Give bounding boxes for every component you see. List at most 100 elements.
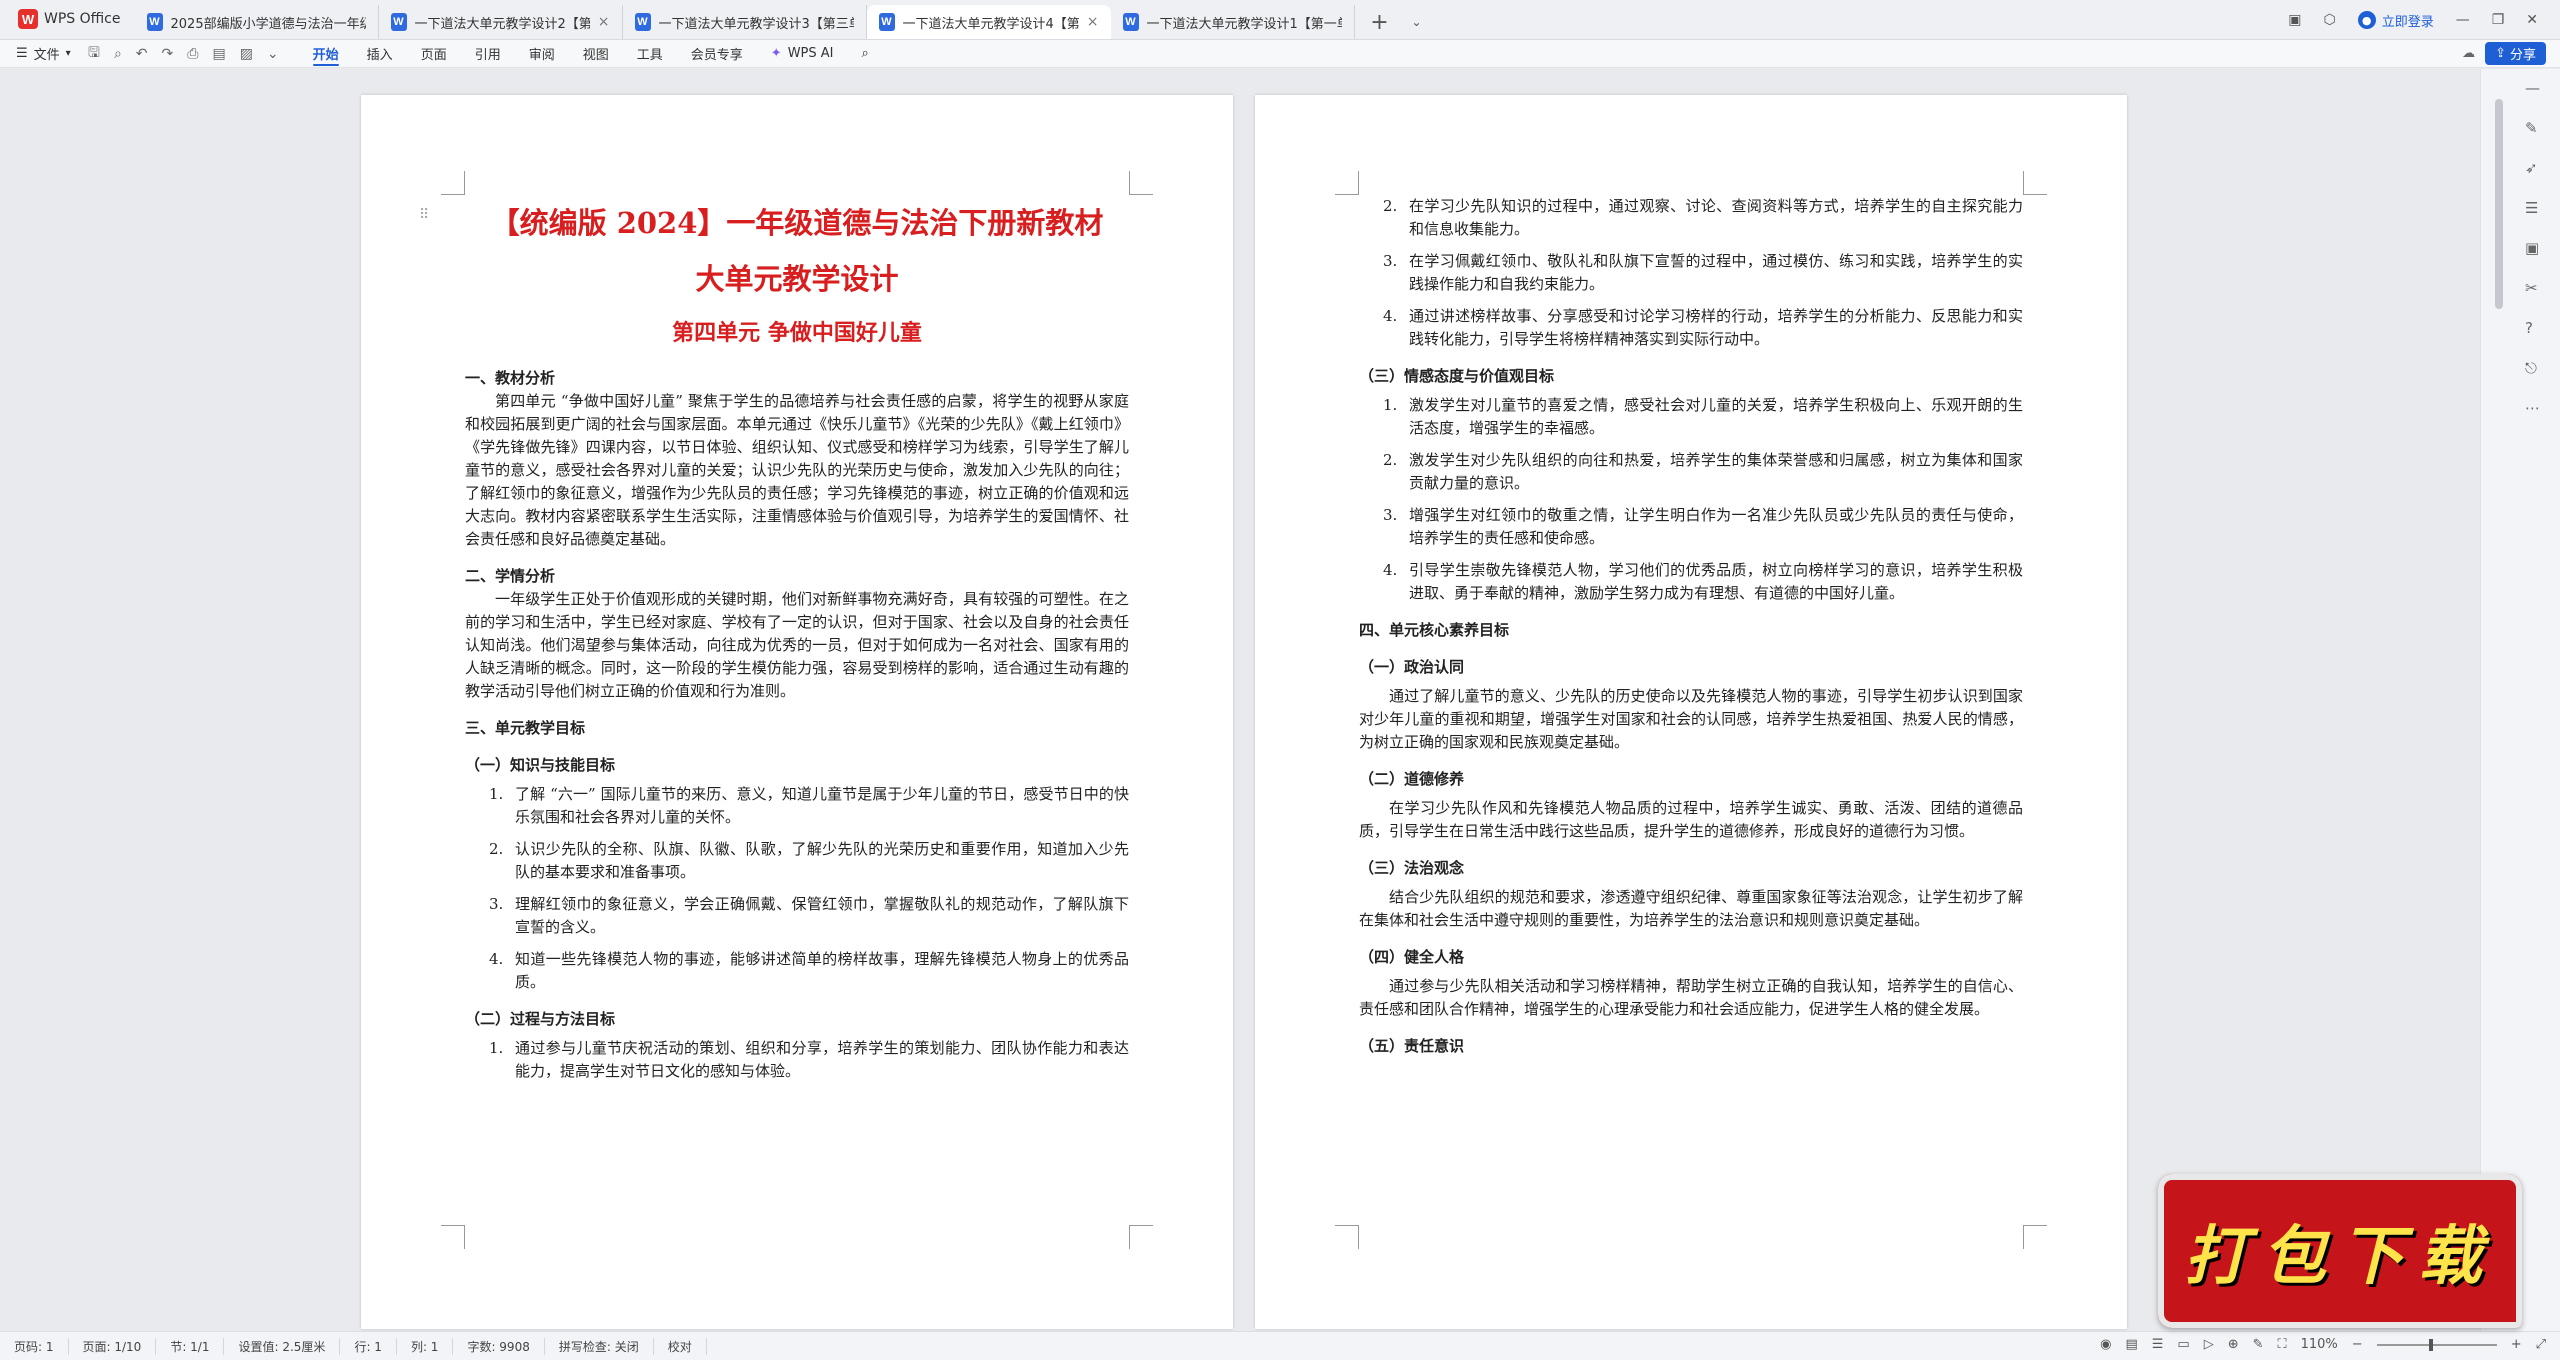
word-doc-icon: W: [390, 13, 407, 31]
list-text: 理解红领巾的象征意义，学会正确佩戴、保管红领巾，掌握敬队礼的规范动作，了解队旗下…: [515, 895, 1129, 936]
restore-icon[interactable]: ❐: [2492, 12, 2505, 28]
status-column[interactable]: 列: 1: [397, 1337, 454, 1355]
edit-pen-icon[interactable]: ✎: [2253, 1337, 2264, 1352]
doc-tab-5[interactable]: W 一下道法大单元教学设计1【第一单元: [1111, 5, 1355, 39]
subsection-heading: （二）道德修养: [1359, 770, 1465, 788]
more-icon[interactable]: ⋯: [2525, 399, 2540, 417]
right-side-panel: — ✎ ➶ ☰ ▣ ✂ ? ⎋ ⋯: [2480, 69, 2560, 1331]
file-menu-label: 文件: [33, 48, 60, 63]
window-layout-icon[interactable]: ▣: [2288, 12, 2301, 28]
list-item: 1. 通过参与儿童节庆祝活动的策划、组织和分享，培养学生的策划能力、团队协作能力和…: [465, 1037, 1129, 1083]
status-setting[interactable]: 设置值: 2.5厘米: [224, 1337, 341, 1355]
globe-icon[interactable]: ⊕: [2228, 1337, 2239, 1352]
tab-insert[interactable]: 插入: [353, 40, 407, 68]
login-button[interactable]: ● 立即登录: [2357, 11, 2434, 30]
vertical-scrollbar[interactable]: [2495, 99, 2503, 309]
settings-sliders-icon[interactable]: ☰: [2525, 199, 2540, 217]
print-preview-icon[interactable]: ▤: [212, 46, 225, 62]
tab-list-chevron-icon[interactable]: ⌄: [1405, 5, 1429, 39]
paragraph: 一年级学生正处于价值观形成的关键时期，他们对新鲜事物充满好奇，具有较强的可塑性。…: [465, 590, 1129, 700]
search-icon[interactable]: ⌕: [848, 40, 883, 68]
play-icon[interactable]: ▷: [2204, 1337, 2214, 1352]
file-menu-button[interactable]: ☰ 文件 ▾: [0, 44, 88, 63]
list-number: 3.: [489, 895, 504, 913]
status-pages[interactable]: 页面: 1/10: [69, 1337, 157, 1355]
list-number: 4.: [1383, 561, 1398, 579]
status-proofread[interactable]: 校对: [654, 1337, 707, 1355]
zoom-out-icon[interactable]: −: [2352, 1337, 2363, 1352]
share-button[interactable]: ⇪ 分享: [2485, 42, 2546, 65]
help-icon[interactable]: ?: [2525, 319, 2540, 337]
word-doc-icon: W: [878, 13, 895, 31]
doc-tab-2[interactable]: W 一下道法大单元教学设计2【第二单 ×: [379, 5, 623, 39]
zoom-in-icon[interactable]: +: [2511, 1337, 2522, 1352]
image-tool-icon[interactable]: ▣: [2525, 239, 2540, 257]
subsection-heading: （三）情感态度与价值观目标: [1359, 367, 1555, 385]
fit-page-icon[interactable]: ⛶: [2278, 1337, 2287, 1352]
titlebar-right: ▣ ⬡ ● 立即登录 — ❐ ✕: [2288, 0, 2560, 40]
zoom-level[interactable]: 110%: [2301, 1337, 2338, 1352]
tab-title: 2025部编版小学道德与法治一年级下: [170, 16, 366, 32]
collapse-icon[interactable]: —: [2525, 79, 2540, 97]
status-word-count[interactable]: 字数: 9908: [453, 1337, 545, 1355]
close-tab-icon[interactable]: ×: [598, 14, 610, 30]
save-icon[interactable]: 🖫: [88, 42, 100, 66]
tab-references[interactable]: 引用: [461, 40, 515, 68]
minimize-icon[interactable]: —: [2456, 12, 2470, 28]
status-page-number[interactable]: 页码: 1: [0, 1337, 69, 1355]
outline-view-icon[interactable]: ☰: [2152, 1337, 2164, 1352]
redo-icon[interactable]: ↷: [162, 46, 174, 62]
pen-icon[interactable]: ✎: [2525, 119, 2540, 137]
document-page-2[interactable]: 2. 在学习少先队知识的过程中，通过观察、讨论、查阅资料等方式，培养学生的自主探究…: [1255, 95, 2127, 1329]
zoom-slider[interactable]: [2376, 1338, 2497, 1351]
web-view-icon[interactable]: ▭: [2177, 1337, 2189, 1352]
list-item: 3. 理解红领巾的象征意义，学会正确佩戴、保管红领巾，掌握敬队礼的规范动作，了解队…: [465, 893, 1129, 939]
list-number: 2.: [489, 840, 504, 858]
numbered-list: 2. 在学习少先队知识的过程中，通过观察、讨论、查阅资料等方式，培养学生的自主探究…: [1359, 195, 2023, 351]
document-page-1[interactable]: ⠿ 【统编版 2024】一年级道德与法治下册新教材 大单元教学设计 第四单元 争…: [361, 95, 1233, 1329]
print-icon[interactable]: ⎙: [187, 46, 198, 62]
new-tab-plus-icon[interactable]: +: [1355, 5, 1405, 39]
doc-tab-3[interactable]: W 一下道法大单元教学设计3【第三单元: [623, 5, 867, 39]
crop-mark: [1335, 171, 1359, 195]
doc-tab-1[interactable]: W 2025部编版小学道德与法治一年级下: [135, 5, 379, 39]
tab-tools[interactable]: 工具: [623, 40, 677, 68]
document-canvas[interactable]: ⠿ 【统编版 2024】一年级道德与法治下册新教材 大单元教学设计 第四单元 争…: [0, 69, 2480, 1331]
wps-home-button[interactable]: W WPS Office: [0, 0, 135, 39]
share-side-icon[interactable]: ⎋: [2525, 359, 2540, 377]
list-number: 1.: [489, 1039, 504, 1057]
wps-ai-button[interactable]: ✦ WPS AI: [757, 46, 848, 61]
close-tab-icon[interactable]: ×: [1087, 14, 1099, 30]
unit-title: 第四单元 争做中国好儿童: [672, 320, 922, 346]
page-view-icon[interactable]: ▤: [2125, 1337, 2137, 1352]
eye-protection-icon[interactable]: ◉: [2100, 1337, 2111, 1352]
status-section[interactable]: 节: 1/1: [156, 1337, 225, 1355]
status-spell-check[interactable]: 拼写检查: 关闭: [545, 1337, 654, 1355]
download-badge-label: 打包下载: [2184, 1220, 2496, 1294]
paragraph: 通过了解儿童节的意义、少先队的历史使命以及先锋模范人物的事迹，引导学生初步认识到…: [1359, 687, 2023, 751]
image-icon[interactable]: ▨: [240, 46, 253, 62]
tab-page[interactable]: 页面: [407, 40, 461, 68]
tools-icon[interactable]: ✂: [2525, 279, 2540, 297]
doc-tab-4-active[interactable]: W 一下道法大单元教学设计4【第 ×: [866, 5, 1111, 39]
download-package-button[interactable]: 打包下载: [2158, 1174, 2522, 1328]
numbered-list: 1. 激发学生对儿童节的喜爱之情，感受社会对儿童的关爱，培养学生积极向上、乐观开朗…: [1359, 394, 2023, 605]
list-item: 3. 增强学生对红领巾的敬重之情，让学生明白作为一名准少先队员或少先队员的责任与使…: [1359, 504, 2023, 550]
find-icon[interactable]: ⌕: [114, 46, 122, 62]
drag-handle-icon[interactable]: ⠿: [419, 207, 429, 223]
fullscreen-icon[interactable]: ⤢: [2536, 1337, 2546, 1352]
undo-icon[interactable]: ↶: [136, 46, 148, 62]
select-icon[interactable]: ➶: [2525, 159, 2540, 177]
tab-review[interactable]: 审阅: [515, 40, 569, 68]
close-window-icon[interactable]: ✕: [2526, 12, 2538, 28]
tab-view[interactable]: 视图: [569, 40, 623, 68]
tab-home[interactable]: 开始: [299, 40, 353, 68]
hamburger-icon: ☰: [16, 46, 28, 61]
tab-member[interactable]: 会员专享: [677, 40, 757, 68]
crop-mark: [2023, 171, 2047, 195]
cube-icon[interactable]: ⬡: [2323, 12, 2335, 28]
more-chevron-icon[interactable]: ⌄: [267, 46, 279, 62]
status-row[interactable]: 行: 1: [340, 1337, 397, 1355]
ribbon-right: ☁ ⇪ 分享: [2462, 42, 2546, 65]
cloud-sync-icon[interactable]: ☁: [2462, 46, 2475, 61]
